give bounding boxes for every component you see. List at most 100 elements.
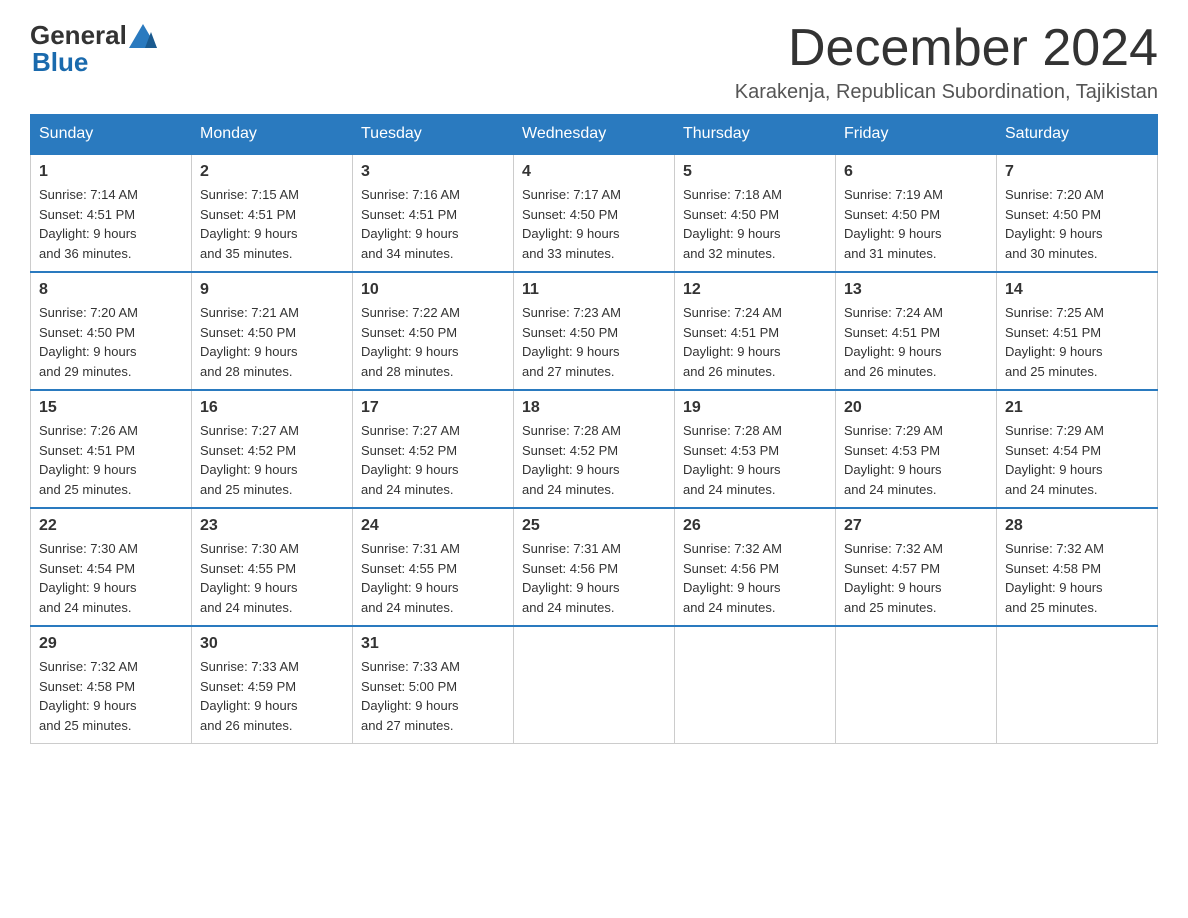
weekday-header-tuesday: Tuesday	[353, 115, 514, 155]
day-info: Sunrise: 7:31 AM Sunset: 4:56 PM Dayligh…	[522, 539, 666, 617]
day-number: 18	[522, 399, 666, 417]
day-number: 24	[361, 517, 505, 535]
calendar-cell: 21 Sunrise: 7:29 AM Sunset: 4:54 PM Dayl…	[997, 390, 1158, 508]
calendar-cell: 5 Sunrise: 7:18 AM Sunset: 4:50 PM Dayli…	[675, 154, 836, 272]
day-info: Sunrise: 7:33 AM Sunset: 4:59 PM Dayligh…	[200, 657, 344, 735]
day-number: 9	[200, 281, 344, 299]
day-number: 15	[39, 399, 183, 417]
day-info: Sunrise: 7:32 AM Sunset: 4:58 PM Dayligh…	[1005, 539, 1149, 617]
calendar-table: SundayMondayTuesdayWednesdayThursdayFrid…	[30, 114, 1158, 744]
calendar-cell: 30 Sunrise: 7:33 AM Sunset: 4:59 PM Dayl…	[192, 626, 353, 744]
day-number: 7	[1005, 163, 1149, 181]
weekday-header-thursday: Thursday	[675, 115, 836, 155]
day-number: 8	[39, 281, 183, 299]
calendar-cell: 16 Sunrise: 7:27 AM Sunset: 4:52 PM Dayl…	[192, 390, 353, 508]
day-number: 27	[844, 517, 988, 535]
day-info: Sunrise: 7:22 AM Sunset: 4:50 PM Dayligh…	[361, 303, 505, 381]
day-info: Sunrise: 7:32 AM Sunset: 4:57 PM Dayligh…	[844, 539, 988, 617]
calendar-cell: 4 Sunrise: 7:17 AM Sunset: 4:50 PM Dayli…	[514, 154, 675, 272]
calendar-cell: 2 Sunrise: 7:15 AM Sunset: 4:51 PM Dayli…	[192, 154, 353, 272]
day-info: Sunrise: 7:28 AM Sunset: 4:52 PM Dayligh…	[522, 421, 666, 499]
day-number: 11	[522, 281, 666, 299]
day-number: 6	[844, 163, 988, 181]
day-number: 1	[39, 163, 183, 181]
calendar-week-3: 15 Sunrise: 7:26 AM Sunset: 4:51 PM Dayl…	[31, 390, 1158, 508]
calendar-cell: 29 Sunrise: 7:32 AM Sunset: 4:58 PM Dayl…	[31, 626, 192, 744]
calendar-cell: 10 Sunrise: 7:22 AM Sunset: 4:50 PM Dayl…	[353, 272, 514, 390]
day-info: Sunrise: 7:32 AM Sunset: 4:58 PM Dayligh…	[39, 657, 183, 735]
day-info: Sunrise: 7:33 AM Sunset: 5:00 PM Dayligh…	[361, 657, 505, 735]
calendar-cell: 27 Sunrise: 7:32 AM Sunset: 4:57 PM Dayl…	[836, 508, 997, 626]
calendar-cell: 19 Sunrise: 7:28 AM Sunset: 4:53 PM Dayl…	[675, 390, 836, 508]
calendar-week-1: 1 Sunrise: 7:14 AM Sunset: 4:51 PM Dayli…	[31, 154, 1158, 272]
calendar-week-2: 8 Sunrise: 7:20 AM Sunset: 4:50 PM Dayli…	[31, 272, 1158, 390]
calendar-week-5: 29 Sunrise: 7:32 AM Sunset: 4:58 PM Dayl…	[31, 626, 1158, 744]
calendar-cell: 15 Sunrise: 7:26 AM Sunset: 4:51 PM Dayl…	[31, 390, 192, 508]
day-number: 19	[683, 399, 827, 417]
day-info: Sunrise: 7:21 AM Sunset: 4:50 PM Dayligh…	[200, 303, 344, 381]
day-number: 12	[683, 281, 827, 299]
calendar-cell	[675, 626, 836, 744]
day-number: 30	[200, 635, 344, 653]
weekday-header-wednesday: Wednesday	[514, 115, 675, 155]
day-info: Sunrise: 7:26 AM Sunset: 4:51 PM Dayligh…	[39, 421, 183, 499]
calendar-cell: 22 Sunrise: 7:30 AM Sunset: 4:54 PM Dayl…	[31, 508, 192, 626]
calendar-cell: 7 Sunrise: 7:20 AM Sunset: 4:50 PM Dayli…	[997, 154, 1158, 272]
day-number: 5	[683, 163, 827, 181]
day-info: Sunrise: 7:20 AM Sunset: 4:50 PM Dayligh…	[1005, 185, 1149, 263]
day-info: Sunrise: 7:29 AM Sunset: 4:54 PM Dayligh…	[1005, 421, 1149, 499]
weekday-header-friday: Friday	[836, 115, 997, 155]
calendar-cell: 8 Sunrise: 7:20 AM Sunset: 4:50 PM Dayli…	[31, 272, 192, 390]
day-info: Sunrise: 7:14 AM Sunset: 4:51 PM Dayligh…	[39, 185, 183, 263]
day-info: Sunrise: 7:18 AM Sunset: 4:50 PM Dayligh…	[683, 185, 827, 263]
day-info: Sunrise: 7:24 AM Sunset: 4:51 PM Dayligh…	[844, 303, 988, 381]
day-number: 10	[361, 281, 505, 299]
day-number: 26	[683, 517, 827, 535]
page-header: General Blue December 2024 Karakenja, Re…	[30, 20, 1158, 104]
day-info: Sunrise: 7:29 AM Sunset: 4:53 PM Dayligh…	[844, 421, 988, 499]
weekday-header-saturday: Saturday	[997, 115, 1158, 155]
day-info: Sunrise: 7:27 AM Sunset: 4:52 PM Dayligh…	[200, 421, 344, 499]
day-number: 25	[522, 517, 666, 535]
calendar-cell: 6 Sunrise: 7:19 AM Sunset: 4:50 PM Dayli…	[836, 154, 997, 272]
calendar-cell: 12 Sunrise: 7:24 AM Sunset: 4:51 PM Dayl…	[675, 272, 836, 390]
calendar-cell: 25 Sunrise: 7:31 AM Sunset: 4:56 PM Dayl…	[514, 508, 675, 626]
day-info: Sunrise: 7:19 AM Sunset: 4:50 PM Dayligh…	[844, 185, 988, 263]
day-number: 3	[361, 163, 505, 181]
weekday-header-row: SundayMondayTuesdayWednesdayThursdayFrid…	[31, 115, 1158, 155]
calendar-cell	[514, 626, 675, 744]
calendar-cell: 31 Sunrise: 7:33 AM Sunset: 5:00 PM Dayl…	[353, 626, 514, 744]
logo-icon	[129, 24, 157, 48]
day-info: Sunrise: 7:23 AM Sunset: 4:50 PM Dayligh…	[522, 303, 666, 381]
day-info: Sunrise: 7:20 AM Sunset: 4:50 PM Dayligh…	[39, 303, 183, 381]
logo: General Blue	[30, 20, 159, 78]
day-info: Sunrise: 7:25 AM Sunset: 4:51 PM Dayligh…	[1005, 303, 1149, 381]
weekday-header-sunday: Sunday	[31, 115, 192, 155]
day-info: Sunrise: 7:15 AM Sunset: 4:51 PM Dayligh…	[200, 185, 344, 263]
day-info: Sunrise: 7:32 AM Sunset: 4:56 PM Dayligh…	[683, 539, 827, 617]
day-number: 14	[1005, 281, 1149, 299]
day-number: 13	[844, 281, 988, 299]
calendar-cell: 18 Sunrise: 7:28 AM Sunset: 4:52 PM Dayl…	[514, 390, 675, 508]
day-info: Sunrise: 7:30 AM Sunset: 4:55 PM Dayligh…	[200, 539, 344, 617]
day-info: Sunrise: 7:27 AM Sunset: 4:52 PM Dayligh…	[361, 421, 505, 499]
calendar-cell: 1 Sunrise: 7:14 AM Sunset: 4:51 PM Dayli…	[31, 154, 192, 272]
day-number: 17	[361, 399, 505, 417]
day-number: 2	[200, 163, 344, 181]
day-number: 23	[200, 517, 344, 535]
calendar-cell: 26 Sunrise: 7:32 AM Sunset: 4:56 PM Dayl…	[675, 508, 836, 626]
calendar-week-4: 22 Sunrise: 7:30 AM Sunset: 4:54 PM Dayl…	[31, 508, 1158, 626]
day-number: 28	[1005, 517, 1149, 535]
title-area: December 2024 Karakenja, Republican Subo…	[735, 20, 1158, 104]
day-number: 22	[39, 517, 183, 535]
calendar-cell: 14 Sunrise: 7:25 AM Sunset: 4:51 PM Dayl…	[997, 272, 1158, 390]
day-number: 4	[522, 163, 666, 181]
calendar-cell: 13 Sunrise: 7:24 AM Sunset: 4:51 PM Dayl…	[836, 272, 997, 390]
logo-blue-text: Blue	[32, 47, 88, 77]
calendar-cell	[997, 626, 1158, 744]
calendar-cell: 11 Sunrise: 7:23 AM Sunset: 4:50 PM Dayl…	[514, 272, 675, 390]
day-number: 29	[39, 635, 183, 653]
day-number: 16	[200, 399, 344, 417]
calendar-cell: 24 Sunrise: 7:31 AM Sunset: 4:55 PM Dayl…	[353, 508, 514, 626]
day-info: Sunrise: 7:17 AM Sunset: 4:50 PM Dayligh…	[522, 185, 666, 263]
